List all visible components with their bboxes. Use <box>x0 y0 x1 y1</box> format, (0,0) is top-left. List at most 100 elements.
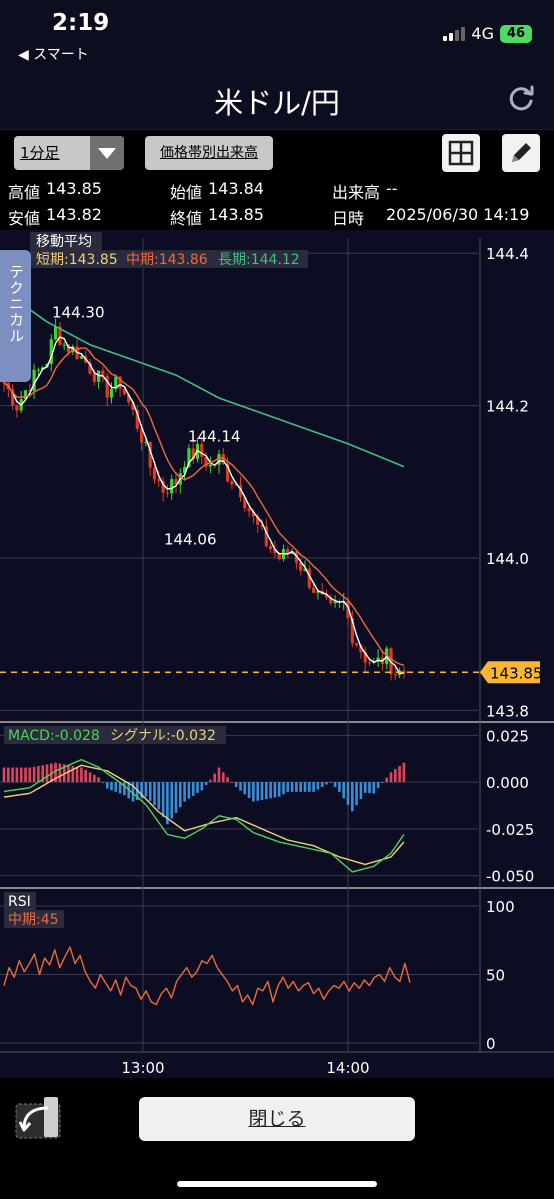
macd-histogram-bar <box>24 767 27 783</box>
close-value: 143.85 <box>208 205 264 224</box>
macd-histogram-bar <box>295 782 298 792</box>
macd-tick-label: -0.025 <box>486 821 534 839</box>
macd-legend-item: MACD:-0.028 <box>8 728 100 744</box>
status-bar: 2:19 ◀ スマート 4G 46 <box>0 0 554 66</box>
macd-histogram-bar <box>346 782 350 805</box>
macd-histogram-bar <box>338 782 341 792</box>
macd-histogram-bar <box>269 782 272 799</box>
macd-histogram-bar <box>243 782 247 795</box>
macd-histogram-bar <box>381 782 384 783</box>
network-type: 4G <box>471 24 494 43</box>
macd-histogram-bar <box>320 782 324 787</box>
macd-histogram-bar <box>299 782 302 792</box>
macd-histogram-bar <box>368 782 371 794</box>
macd-histogram-bar <box>217 767 221 783</box>
rsi-title: RSI <box>8 894 31 910</box>
macd-histogram-bar <box>67 765 70 783</box>
macd-histogram-bar <box>355 782 358 806</box>
macd-histogram-bar <box>174 782 178 813</box>
macd-histogram-bar <box>97 777 100 783</box>
high-label: 高値 <box>8 183 41 202</box>
candle <box>62 344 66 346</box>
macd-histogram-bar <box>157 782 161 810</box>
macd-histogram-bar <box>265 782 268 800</box>
battery-icon: 46 <box>500 24 532 43</box>
grid-icon <box>448 140 474 166</box>
macd-histogram-bar <box>58 763 62 783</box>
macd-histogram-bar <box>325 782 328 785</box>
macd-histogram-bar <box>15 767 19 783</box>
return-arrow-icon[interactable] <box>14 1094 62 1142</box>
macd-histogram-bar <box>80 767 83 783</box>
technical-side-tab[interactable]: テクニカル <box>0 250 31 382</box>
macd-histogram-bar <box>170 782 173 819</box>
macd-histogram-bar <box>88 772 92 783</box>
macd-histogram-bar <box>385 777 388 783</box>
candle <box>15 405 19 411</box>
back-to-app-link[interactable]: ◀ スマート <box>18 44 89 64</box>
macd-histogram-bar <box>402 762 406 783</box>
macd-tick-label: 0.000 <box>486 774 529 792</box>
macd-histogram-bar <box>389 772 393 783</box>
ma-legend-item: 長期:144.12 <box>218 252 300 268</box>
open-value: 143.84 <box>208 179 264 198</box>
low-value: 143.82 <box>46 205 102 224</box>
macd-histogram-bar <box>363 782 367 793</box>
macd-histogram-bar <box>153 782 156 806</box>
datetime-value: 2025/06/30 14:19 <box>386 205 530 224</box>
macd-histogram-bar <box>376 782 380 789</box>
macd-histogram-bar <box>286 782 290 792</box>
macd-histogram-bar <box>7 767 10 783</box>
macd-histogram-bar <box>187 782 191 799</box>
macd-tick-label: -0.050 <box>486 868 534 886</box>
macd-histogram-bar <box>226 777 229 783</box>
time-tick-label: 14:00 <box>326 1059 369 1077</box>
macd-histogram-bar <box>200 782 204 791</box>
macd-histogram-bar <box>37 765 40 783</box>
nav-bar: 米ドル/円 <box>0 66 554 130</box>
timeframe-select[interactable]: 1分足 <box>14 136 124 170</box>
macd-histogram-bar <box>161 782 165 817</box>
macd-histogram-bar <box>183 782 186 802</box>
volume-profile-button[interactable]: 価格帯別出来高 <box>145 136 273 170</box>
draw-button[interactable] <box>502 134 540 172</box>
candle <box>92 373 96 382</box>
close-label: 終値 <box>170 209 203 228</box>
macd-histogram-bar <box>191 782 195 796</box>
macd-histogram-bar <box>144 782 148 797</box>
macd-histogram-bar <box>290 782 294 792</box>
macd-histogram-bar <box>114 782 118 792</box>
price-tick-label: 144.0 <box>486 550 529 568</box>
macd-histogram-bar <box>351 782 354 812</box>
candle <box>36 369 40 371</box>
macd-histogram-bar <box>247 782 251 798</box>
status-time: 2:19 <box>52 10 110 36</box>
macd-histogram-bar <box>234 782 238 787</box>
price-tick-label: 143.8 <box>486 702 529 720</box>
time-tick-label: 13:00 <box>121 1059 164 1077</box>
macd-histogram-bar <box>93 774 96 783</box>
macd-histogram-bar <box>110 782 113 791</box>
chart-toolbar: 1分足 価格帯別出来高 <box>0 131 554 175</box>
macd-histogram-bar <box>256 782 259 801</box>
macd-histogram-bar <box>342 782 345 799</box>
quote-row-2: 安値 143.82 終値 143.85 日時 2025/06/30 14:19 <box>0 203 554 228</box>
macd-histogram-bar <box>196 782 199 794</box>
candle <box>101 370 105 376</box>
macd-histogram-bar <box>2 767 6 783</box>
refresh-icon[interactable] <box>508 84 536 112</box>
macd-histogram-bar <box>394 769 397 783</box>
price-tick-label: 144.2 <box>486 398 529 416</box>
macd-histogram-bar <box>282 782 285 795</box>
macd-histogram-bar <box>204 782 208 785</box>
price-chart[interactable]: 13:00 14:00 144.4 144.2 144.0 143.8 0.025 0.000… <box>0 230 554 1078</box>
layout-grid-button[interactable] <box>442 134 480 172</box>
macd-histogram-bar <box>252 782 255 802</box>
home-indicator <box>177 1181 377 1187</box>
technical-tab-label: テクニカル <box>7 264 25 344</box>
price-tick-label: 144.4 <box>486 245 529 263</box>
close-button[interactable]: 閉じる <box>139 1097 415 1141</box>
open-label: 始値 <box>170 183 203 202</box>
candle <box>247 508 251 512</box>
chevron-down-icon <box>90 136 124 170</box>
